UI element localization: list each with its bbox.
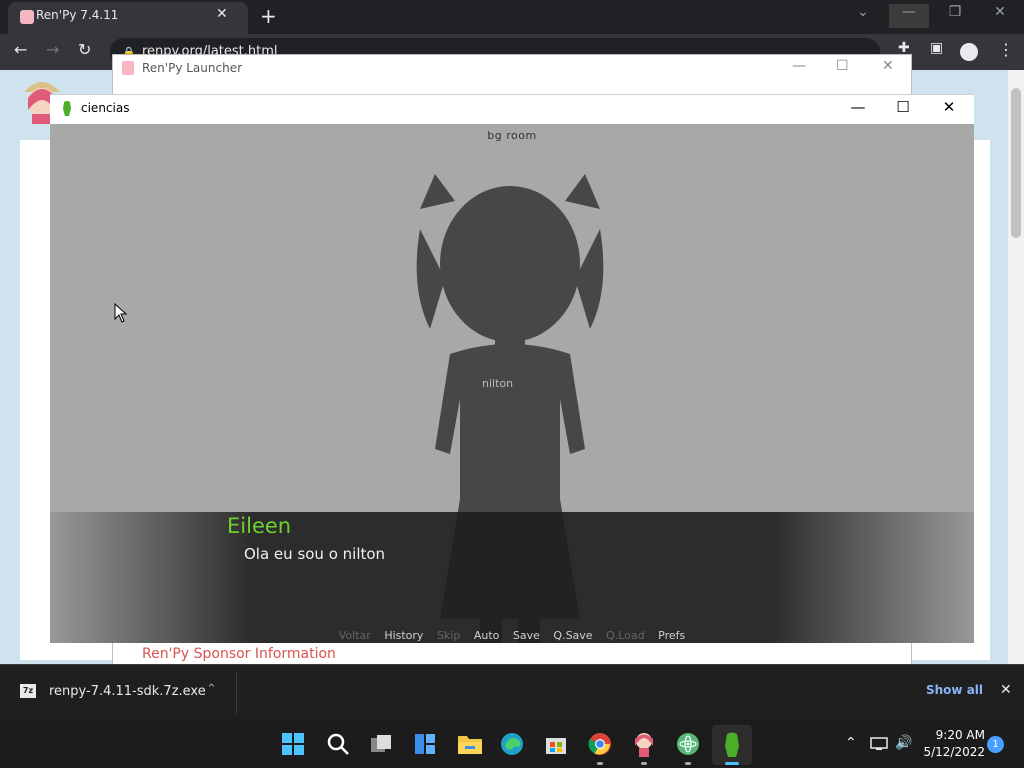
skip-button[interactable]: Skip: [437, 629, 460, 642]
atom-running-indicator: [685, 762, 691, 765]
start-icon[interactable]: [281, 732, 305, 756]
clock-date[interactable]: 5/12/2022: [920, 745, 985, 759]
prefs-button[interactable]: Prefs: [658, 629, 685, 642]
sponsor-link[interactable]: Ren'Py Sponsor Information: [142, 646, 336, 662]
launcher-title: Ren'Py Launcher: [142, 61, 243, 75]
back-icon[interactable]: ←: [14, 40, 27, 59]
game-minimize-icon[interactable]: —: [843, 98, 873, 116]
game-taskbar-icon[interactable]: [720, 731, 744, 757]
minimize-icon[interactable]: —: [889, 4, 929, 28]
character-label: nilton: [482, 377, 514, 390]
close-icon[interactable]: ✕: [980, 4, 1020, 20]
renpy-running-indicator: [641, 762, 647, 765]
game-maximize-icon[interactable]: ☐: [888, 98, 918, 116]
tab-title: Ren'Py 7.4.11: [36, 8, 119, 22]
archive-icon: 7z: [20, 684, 36, 698]
voltar-button[interactable]: Voltar: [339, 629, 371, 642]
atom-icon[interactable]: [676, 732, 700, 756]
game-close-icon[interactable]: ✕: [934, 98, 964, 116]
edge-icon[interactable]: [500, 732, 524, 756]
task-view-icon[interactable]: [369, 732, 393, 756]
forward-icon[interactable]: →: [46, 40, 59, 59]
qsave-button[interactable]: Q.Save: [553, 629, 592, 642]
quick-menu: Voltar History Skip Auto Save Q.Save Q.L…: [50, 629, 974, 642]
volume-icon[interactable]: 🔊: [895, 735, 912, 751]
dialogue-box[interactable]: [50, 512, 974, 643]
game-window-title: ciencias: [81, 101, 130, 115]
file-explorer-icon[interactable]: [457, 732, 483, 756]
tab-search-icon[interactable]: ⌄: [843, 4, 883, 20]
clock-time[interactable]: 9:20 AM: [930, 728, 985, 742]
new-tab-icon[interactable]: +: [260, 4, 277, 28]
qload-button[interactable]: Q.Load: [606, 629, 645, 642]
network-icon[interactable]: [870, 736, 888, 752]
show-all-button[interactable]: Show all: [926, 683, 983, 697]
chrome-running-indicator: [597, 762, 603, 765]
download-item[interactable]: renpy-7.4.11-sdk.7z.exe: [49, 684, 206, 699]
profile-icon[interactable]: [960, 43, 978, 61]
widgets-icon[interactable]: [413, 732, 437, 756]
game-titlebar: [50, 94, 974, 125]
chevron-up-icon[interactable]: ⌃: [206, 682, 217, 697]
page-scrollbar-thumb[interactable]: [1011, 88, 1021, 238]
download-divider: [236, 672, 237, 714]
restore-icon[interactable]: ❐: [935, 4, 975, 20]
renpy-favicon-icon: [20, 10, 34, 24]
tab-close-icon[interactable]: ✕: [216, 6, 228, 22]
game-app-icon: [63, 101, 71, 116]
store-icon[interactable]: [544, 732, 568, 756]
launcher-app-icon: [122, 61, 134, 75]
launcher-maximize-icon[interactable]: ☐: [836, 58, 849, 74]
menu-icon[interactable]: ⋮: [998, 40, 1014, 59]
launcher-minimize-icon[interactable]: —: [792, 58, 806, 74]
auto-button[interactable]: Auto: [474, 629, 500, 642]
launcher-close-icon[interactable]: ✕: [882, 58, 894, 74]
tray-chevron-up-icon[interactable]: ⌃: [845, 735, 857, 751]
mouse-cursor-icon: [114, 303, 128, 323]
save-button[interactable]: Save: [513, 629, 540, 642]
speaker-name: Eileen: [227, 514, 292, 538]
game-canvas[interactable]: bg room nilton Eileen Ola eu sou o nilto…: [50, 124, 974, 643]
renpy-launcher-icon[interactable]: [632, 730, 656, 758]
background-label: bg room: [487, 129, 537, 142]
chrome-icon[interactable]: [588, 732, 612, 756]
notification-badge[interactable]: 1: [987, 736, 1004, 753]
history-button[interactable]: History: [384, 629, 423, 642]
game-active-indicator: [725, 762, 739, 765]
dialogue-text: Ola eu sou o nilton: [244, 545, 386, 563]
side-panel-icon[interactable]: ▣: [930, 40, 943, 56]
reload-icon[interactable]: ↻: [78, 40, 91, 59]
download-bar-close-icon[interactable]: ✕: [1000, 682, 1012, 698]
search-icon[interactable]: [326, 732, 350, 756]
